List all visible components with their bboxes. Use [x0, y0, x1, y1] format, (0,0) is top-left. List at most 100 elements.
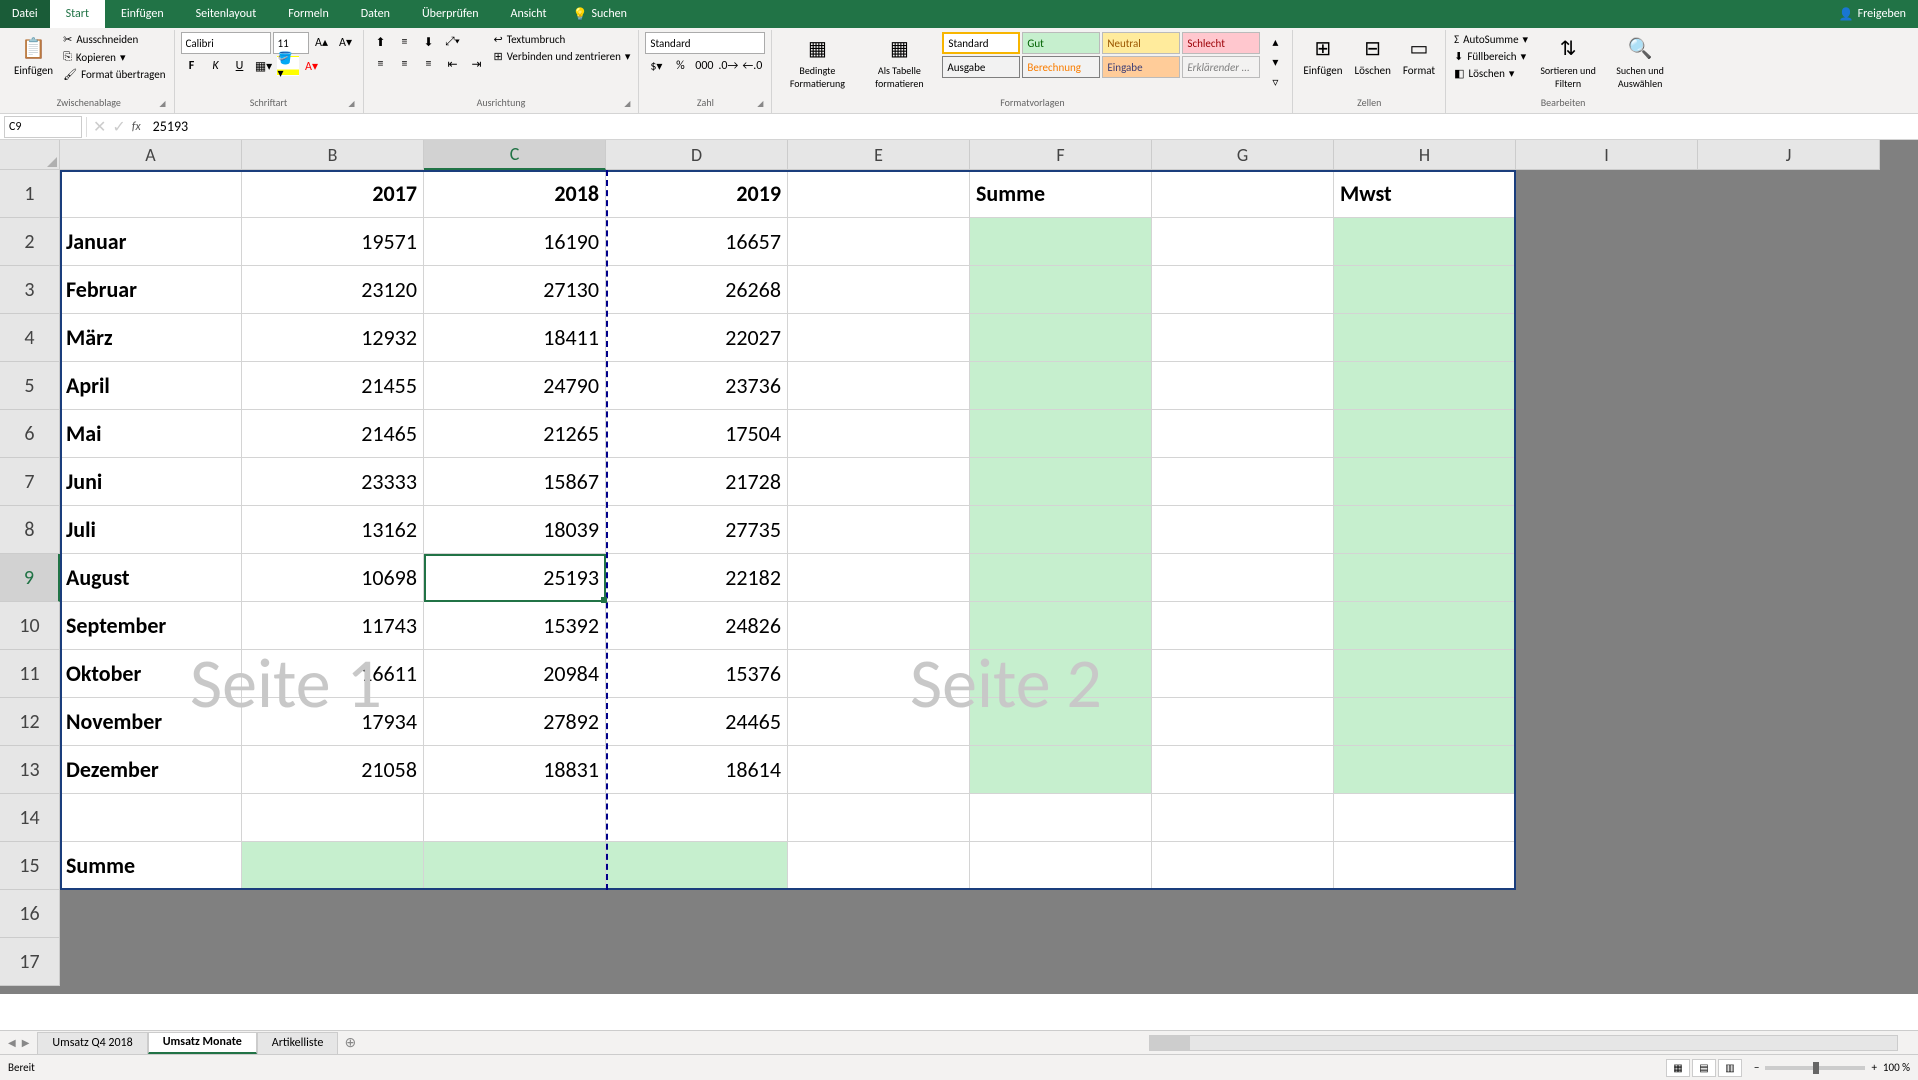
cancel-icon[interactable]: ✕: [93, 117, 106, 137]
cell-D11[interactable]: 15376: [606, 650, 788, 698]
cell-C1[interactable]: 2018: [424, 170, 606, 218]
copy-button[interactable]: ⎘Kopieren▾: [61, 49, 167, 65]
cell-I7[interactable]: [1516, 458, 1698, 506]
cell-I17[interactable]: [1516, 938, 1698, 986]
align-left-icon[interactable]: ≡: [370, 54, 392, 74]
cell-A10[interactable]: September: [60, 602, 242, 650]
cell-A1[interactable]: [60, 170, 242, 218]
cell-B13[interactable]: 21058: [242, 746, 424, 794]
tab-seitenlayout[interactable]: Seitenlayout: [180, 0, 273, 28]
align-middle-icon[interactable]: ≡: [394, 32, 416, 52]
cell-B2[interactable]: 19571: [242, 218, 424, 266]
cell-A9[interactable]: August: [60, 554, 242, 602]
tab-ueberpruefen[interactable]: Überprüfen: [406, 0, 495, 28]
underline-button[interactable]: U: [229, 56, 251, 76]
cell-G3[interactable]: [1152, 266, 1334, 314]
cell-J4[interactable]: [1698, 314, 1880, 362]
row-header-14[interactable]: 14: [0, 794, 60, 842]
cell-D1[interactable]: 2019: [606, 170, 788, 218]
cell-H1[interactable]: Mwst: [1334, 170, 1516, 218]
conditional-formatting-button[interactable]: ▦ Bedingte Formatierung: [778, 32, 856, 92]
row-header-11[interactable]: 11: [0, 650, 60, 698]
gallery-down-icon[interactable]: ▾: [1264, 52, 1286, 72]
cell-B16[interactable]: [242, 890, 424, 938]
sort-filter-button[interactable]: ⇅Sortieren und Filtern: [1534, 32, 1602, 92]
cell-H13[interactable]: [1334, 746, 1516, 794]
enter-icon[interactable]: ✓: [112, 117, 125, 137]
cell-F16[interactable]: [970, 890, 1152, 938]
cell-G2[interactable]: [1152, 218, 1334, 266]
cell-E1[interactable]: [788, 170, 970, 218]
cell-J9[interactable]: [1698, 554, 1880, 602]
cell-H7[interactable]: [1334, 458, 1516, 506]
cell-I11[interactable]: [1516, 650, 1698, 698]
cell-D2[interactable]: 16657: [606, 218, 788, 266]
cell-H10[interactable]: [1334, 602, 1516, 650]
cell-D16[interactable]: [606, 890, 788, 938]
cell-A13[interactable]: Dezember: [60, 746, 242, 794]
row-header-10[interactable]: 10: [0, 602, 60, 650]
paste-button[interactable]: 📋 Einfügen: [10, 32, 57, 79]
cell-H12[interactable]: [1334, 698, 1516, 746]
cell-J11[interactable]: [1698, 650, 1880, 698]
view-page-break-button[interactable]: ▥: [1718, 1059, 1742, 1077]
format-painter-button[interactable]: 🖌Format übertragen: [61, 67, 167, 82]
cell-A15[interactable]: Summe: [60, 842, 242, 890]
cell-J6[interactable]: [1698, 410, 1880, 458]
cell-B8[interactable]: 13162: [242, 506, 424, 554]
orientation-icon[interactable]: ⤢▾: [442, 32, 464, 52]
zoom-slider[interactable]: [1765, 1066, 1865, 1070]
view-normal-button[interactable]: ▦: [1666, 1059, 1690, 1077]
cell-G8[interactable]: [1152, 506, 1334, 554]
cell-D14[interactable]: [606, 794, 788, 842]
cell-H6[interactable]: [1334, 410, 1516, 458]
cell-C7[interactable]: 15867: [424, 458, 606, 506]
file-menu[interactable]: Datei: [0, 0, 50, 28]
zoom-level[interactable]: 100 %: [1883, 1061, 1910, 1074]
cell-B1[interactable]: 2017: [242, 170, 424, 218]
cell-I3[interactable]: [1516, 266, 1698, 314]
increase-indent-icon[interactable]: ⇥: [466, 54, 488, 74]
cell-D12[interactable]: 24465: [606, 698, 788, 746]
row-header-6[interactable]: 6: [0, 410, 60, 458]
font-color-button[interactable]: A▾: [301, 56, 323, 76]
align-bottom-icon[interactable]: ⬇: [418, 32, 440, 52]
cell-J12[interactable]: [1698, 698, 1880, 746]
cell-B7[interactable]: 23333: [242, 458, 424, 506]
cell-C5[interactable]: 24790: [424, 362, 606, 410]
align-right-icon[interactable]: ≡: [418, 54, 440, 74]
tab-einfuegen[interactable]: Einfügen: [105, 0, 180, 28]
cell-J1[interactable]: [1698, 170, 1880, 218]
cell-C17[interactable]: [424, 938, 606, 986]
decrease-indent-icon[interactable]: ⇤: [442, 54, 464, 74]
cell-J2[interactable]: [1698, 218, 1880, 266]
share-button[interactable]: 👤 Freigeben: [1827, 7, 1918, 22]
cell-B9[interactable]: 10698: [242, 554, 424, 602]
cell-G7[interactable]: [1152, 458, 1334, 506]
cell-G16[interactable]: [1152, 890, 1334, 938]
cell-D13[interactable]: 18614: [606, 746, 788, 794]
style-ausgabe[interactable]: Ausgabe: [942, 56, 1020, 78]
cell-C13[interactable]: 18831: [424, 746, 606, 794]
cell-C14[interactable]: [424, 794, 606, 842]
row-header-1[interactable]: 1: [0, 170, 60, 218]
cell-C16[interactable]: [424, 890, 606, 938]
cell-G15[interactable]: [1152, 842, 1334, 890]
increase-font-icon[interactable]: A▴: [311, 32, 333, 52]
cell-J17[interactable]: [1698, 938, 1880, 986]
row-header-13[interactable]: 13: [0, 746, 60, 794]
cell-F8[interactable]: [970, 506, 1152, 554]
cell-D7[interactable]: 21728: [606, 458, 788, 506]
row-header-2[interactable]: 2: [0, 218, 60, 266]
delete-cells-button[interactable]: ⊟Löschen: [1350, 32, 1394, 79]
row-header-17[interactable]: 17: [0, 938, 60, 986]
cell-F9[interactable]: [970, 554, 1152, 602]
cell-B11[interactable]: 16611: [242, 650, 424, 698]
cell-I12[interactable]: [1516, 698, 1698, 746]
cell-F7[interactable]: [970, 458, 1152, 506]
cell-H5[interactable]: [1334, 362, 1516, 410]
cell-J14[interactable]: [1698, 794, 1880, 842]
cell-H4[interactable]: [1334, 314, 1516, 362]
cell-F17[interactable]: [970, 938, 1152, 986]
tab-formeln[interactable]: Formeln: [272, 0, 344, 28]
